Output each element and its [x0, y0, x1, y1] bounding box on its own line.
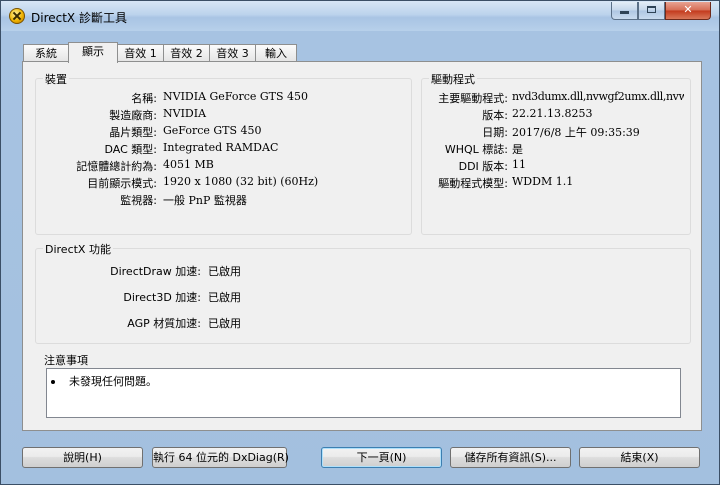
driver-label: WHQL 標誌: — [444, 143, 508, 156]
maximize-button[interactable] — [638, 2, 665, 20]
next-page-button[interactable]: 下一頁(N) — [321, 447, 442, 468]
title-bar[interactable]: DirectX 診斷工具 ✕ — [1, 1, 719, 31]
device-label: 記憶體總計約為: — [76, 160, 157, 173]
tab-sound-2[interactable]: 音效 2 — [163, 44, 210, 62]
driver-label: 驅動程式模型: — [438, 177, 508, 190]
maximize-icon — [647, 6, 656, 13]
tab-sound-3[interactable]: 音效 3 — [209, 44, 256, 62]
device-group: 裝置 名稱: NVIDIA GeForce GTS 450 製造廠商: NVID… — [35, 71, 412, 235]
device-label: 名稱: — [131, 92, 157, 105]
driver-value: nvd3dumx.dll,nvwgf2umx.dll,nvwgf2 — [512, 90, 684, 103]
device-value: 1920 x 1080 (32 bit) (60Hz) — [163, 175, 319, 188]
device-group-title: 裝置 — [43, 71, 69, 87]
directx-features-title: DirectX 功能 — [43, 241, 113, 257]
window-title: DirectX 診斷工具 — [31, 11, 127, 25]
close-icon: ✕ — [683, 3, 693, 16]
feature-label: AGP 材質加速: — [127, 317, 201, 330]
dxdiag-window: DirectX 診斷工具 ✕ 系統 顯示 音效 1 音效 2 音效 3 輸入 裝… — [0, 0, 720, 485]
display-tab-panel: 裝置 名稱: NVIDIA GeForce GTS 450 製造廠商: NVID… — [22, 61, 702, 431]
save-all-information-button[interactable]: 儲存所有資訊(S)... — [450, 447, 571, 468]
exit-button[interactable]: 結束(X) — [579, 447, 700, 468]
minimize-icon — [620, 11, 629, 14]
device-value: GeForce GTS 450 — [163, 124, 262, 137]
tab-system[interactable]: 系統 — [23, 44, 69, 62]
tab-input[interactable]: 輸入 — [255, 44, 297, 62]
feature-value: 已啟用 — [208, 265, 241, 278]
bullet-icon — [51, 380, 55, 384]
tab-sound-1[interactable]: 音效 1 — [117, 44, 164, 62]
notes-item-text: 未發現任何問題。 — [69, 375, 157, 388]
feature-label: Direct3D 加速: — [123, 291, 201, 304]
driver-value: 22.21.13.8253 — [512, 107, 593, 120]
device-label: DAC 類型: — [104, 143, 158, 156]
driver-label: 主要驅動程式: — [438, 92, 508, 105]
notes-textbox[interactable]: 未發現任何問題。 — [46, 368, 681, 418]
driver-value: 2017/6/8 上午 09:35:39 — [512, 126, 640, 139]
feature-label: DirectDraw 加速: — [110, 265, 201, 278]
driver-group-title: 驅動程式 — [429, 71, 477, 87]
driver-value: WDDM 1.1 — [512, 175, 574, 188]
close-button[interactable]: ✕ — [665, 2, 711, 20]
feature-value: 已啟用 — [208, 291, 241, 304]
device-label: 製造廠商: — [109, 109, 157, 122]
driver-label: 日期: — [482, 126, 508, 139]
device-value: Integrated RAMDAC — [163, 141, 279, 154]
run-64bit-dxdiag-button[interactable]: 執行 64 位元的 DxDiag(R) — [152, 447, 289, 468]
notes-item: 未發現任何問題。 — [51, 373, 157, 389]
device-value: 4051 MB — [163, 158, 214, 171]
device-label: 晶片類型: — [109, 126, 157, 139]
feature-value: 已啟用 — [208, 317, 241, 330]
device-value: 一般 PnP 監視器 — [163, 194, 247, 207]
driver-value: 是 — [512, 143, 523, 156]
directx-app-icon — [9, 8, 25, 24]
driver-group: 驅動程式 主要驅動程式: nvd3dumx.dll,nvwgf2umx.dll,… — [421, 71, 691, 235]
driver-value: 11 — [512, 158, 526, 171]
driver-label: 版本: — [482, 109, 508, 122]
directx-features-group: DirectX 功能 DirectDraw 加速: 已啟用 Direct3D 加… — [35, 241, 691, 344]
device-value: NVIDIA GeForce GTS 450 — [163, 90, 309, 103]
device-label: 監視器: — [120, 194, 157, 207]
tab-display[interactable]: 顯示 — [68, 42, 118, 63]
notes-title: 注意事項 — [42, 352, 90, 368]
minimize-button[interactable] — [611, 2, 638, 20]
help-button[interactable]: 說明(H) — [22, 447, 143, 468]
device-label: 目前顯示模式: — [87, 177, 157, 190]
device-value: NVIDIA — [163, 107, 207, 120]
driver-label: DDI 版本: — [458, 160, 508, 173]
driver-row-main-driver: 主要驅動程式: nvd3dumx.dll,nvwgf2umx.dll,nvwgf… — [422, 90, 684, 107]
